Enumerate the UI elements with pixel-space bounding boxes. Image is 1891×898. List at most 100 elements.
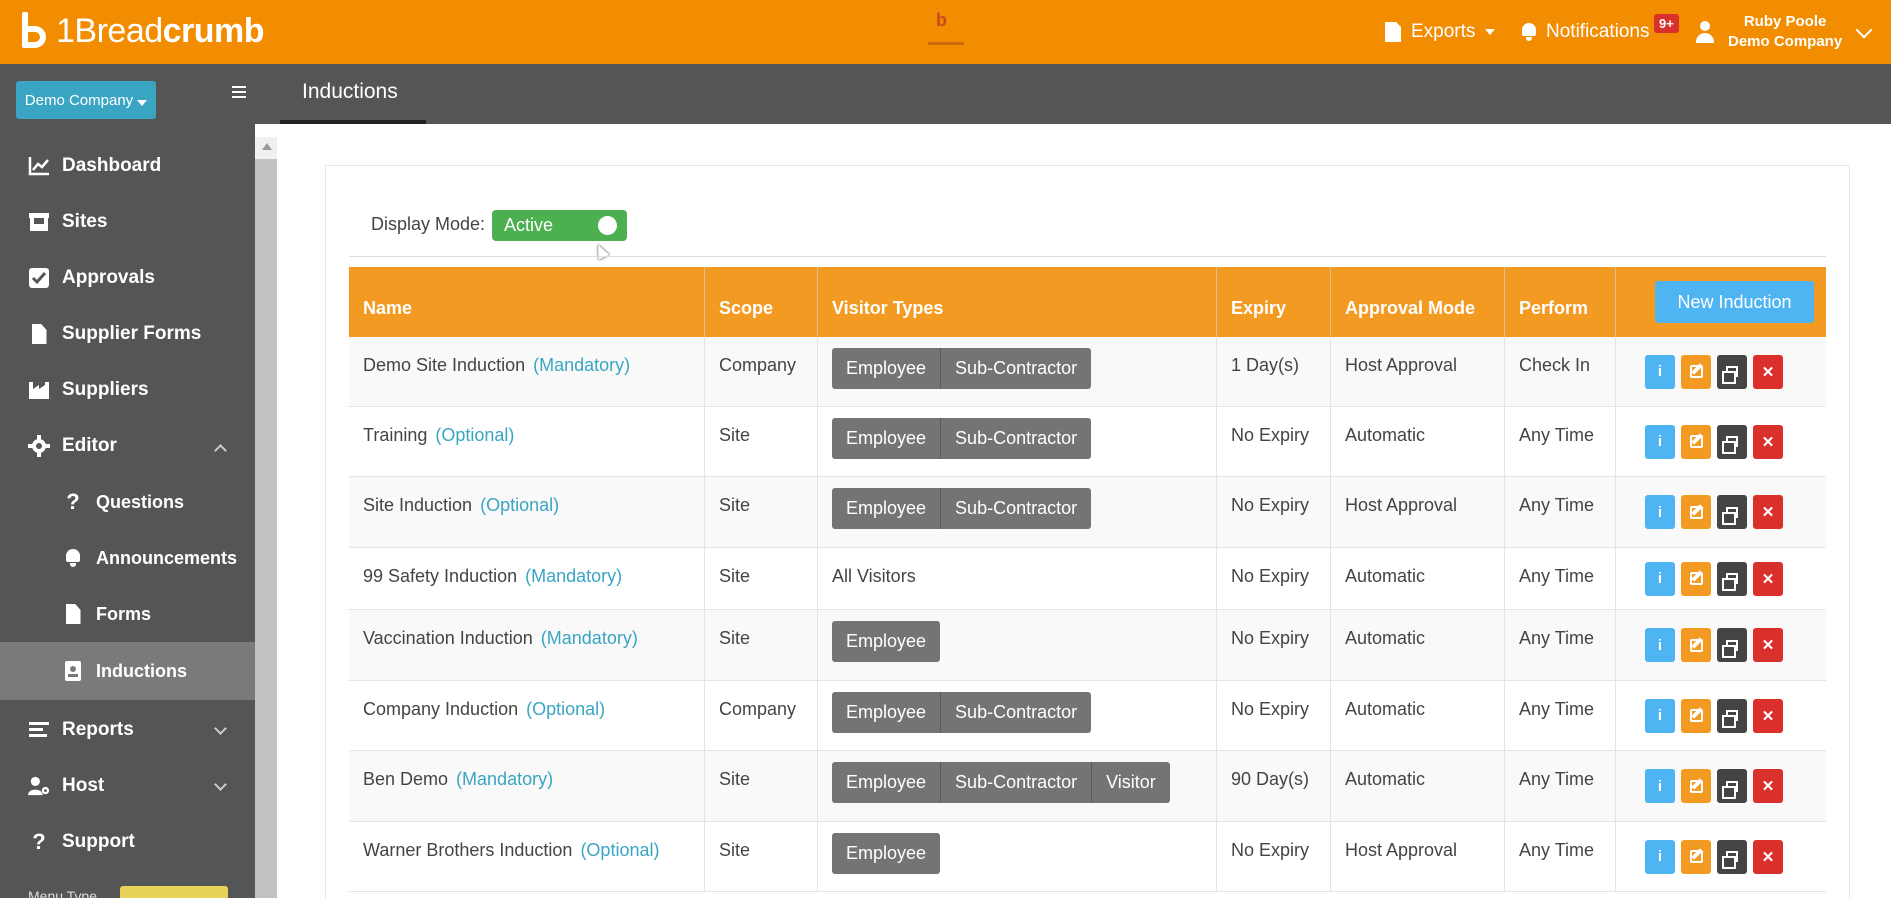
edit-button[interactable] bbox=[1681, 769, 1711, 803]
delete-button[interactable]: ✕ bbox=[1753, 354, 1783, 389]
duplicate-button[interactable] bbox=[1717, 495, 1747, 529]
edit-button[interactable] bbox=[1681, 495, 1711, 529]
sidebar-item-suppliers[interactable]: Suppliers bbox=[0, 362, 255, 418]
duplicate-button[interactable] bbox=[1717, 424, 1747, 459]
edit-button[interactable] bbox=[1681, 839, 1711, 874]
close-icon: ✕ bbox=[1761, 778, 1775, 795]
delete-button[interactable]: ✕ bbox=[1753, 495, 1783, 529]
sidebar-item-label: Inductions bbox=[96, 660, 187, 681]
table-row[interactable]: Training (Optional) Site Employee Sub-Contra… bbox=[349, 407, 1826, 477]
cell-visitor-types: Employee Sub-Contractor bbox=[818, 477, 1217, 547]
table-row[interactable]: 99 Safety Induction (Mandatory) Site All Vi… bbox=[349, 548, 1826, 610]
info-button[interactable]: i bbox=[1645, 839, 1675, 874]
info-button[interactable]: i bbox=[1645, 495, 1675, 529]
toggle-knob bbox=[598, 216, 617, 235]
duplicate-button[interactable] bbox=[1717, 628, 1747, 662]
inductions-table: Name Scope Visitor Types Expiry Approval… bbox=[349, 267, 1826, 892]
duplicate-button[interactable] bbox=[1717, 839, 1747, 874]
brand-name-bold: crumb bbox=[162, 11, 265, 50]
duplicate-button[interactable] bbox=[1717, 769, 1747, 803]
delete-button[interactable]: ✕ bbox=[1753, 561, 1783, 596]
cell-expiry: No Expiry bbox=[1217, 477, 1331, 547]
info-button[interactable]: i bbox=[1645, 698, 1675, 733]
induction-approval: Host Approval bbox=[1345, 355, 1458, 375]
exports-menu[interactable]: Exports bbox=[1385, 0, 1496, 64]
duplicate-button[interactable] bbox=[1717, 698, 1747, 733]
sidebar-item-inductions[interactable]: Inductions bbox=[0, 642, 255, 700]
duplicate-button[interactable] bbox=[1717, 354, 1747, 389]
sidebar-item-support[interactable]: ? Support bbox=[0, 814, 255, 870]
top-bar: 1Breadcrumb b Exports Notifications 9+ R… bbox=[0, 0, 1891, 64]
table-row[interactable]: Vaccination Induction (Mandatory) Site Empl… bbox=[349, 610, 1826, 681]
table-row[interactable]: Demo Site Induction (Mandatory) Company Emp… bbox=[349, 337, 1826, 407]
chevron-down-icon bbox=[214, 722, 227, 735]
duplicate-button[interactable] bbox=[1717, 561, 1747, 596]
edit-button[interactable] bbox=[1681, 561, 1711, 596]
sidebar-item-forms[interactable]: Forms bbox=[0, 586, 255, 642]
induction-scope: Site bbox=[719, 495, 751, 515]
chevron-down-icon[interactable] bbox=[1855, 21, 1873, 39]
edit-button[interactable] bbox=[1681, 354, 1711, 389]
company-selector-label: Demo Company bbox=[24, 91, 134, 109]
sidebar-scrollbar[interactable] bbox=[255, 137, 277, 898]
check-square-icon bbox=[28, 267, 50, 289]
sidebar-item-reports[interactable]: Reports bbox=[0, 702, 255, 758]
company-selector-button[interactable]: Demo Company bbox=[16, 81, 156, 119]
cell-scope: Site bbox=[705, 407, 818, 476]
edit-icon bbox=[1689, 850, 1703, 863]
delete-button[interactable]: ✕ bbox=[1753, 769, 1783, 803]
table-row[interactable]: Ben Demo (Mandatory) Site Employee Sub-Contr… bbox=[349, 751, 1826, 822]
sidebar-item-editor[interactable]: Editor bbox=[0, 418, 255, 474]
cell-approval: Automatic bbox=[1331, 610, 1505, 680]
info-button[interactable]: i bbox=[1645, 561, 1675, 596]
menu-type-toggle[interactable] bbox=[120, 886, 228, 898]
delete-button[interactable]: ✕ bbox=[1753, 628, 1783, 662]
induction-name: Company Induction bbox=[363, 699, 519, 719]
table-row[interactable]: Site Induction (Optional) Site Employee Sub-… bbox=[349, 477, 1826, 548]
cell-expiry: No Expiry bbox=[1217, 681, 1331, 750]
visitor-type-group: Employee Sub-Contractor bbox=[832, 348, 1092, 389]
edit-button[interactable] bbox=[1681, 628, 1711, 662]
display-mode-toggle[interactable]: Active bbox=[492, 210, 627, 241]
sidebar-item-dashboard[interactable]: Dashboard bbox=[0, 138, 255, 194]
induction-name: Site Induction bbox=[363, 495, 473, 515]
tab-inductions[interactable]: Inductions bbox=[280, 64, 426, 124]
edit-button[interactable] bbox=[1681, 698, 1711, 733]
sidebar-item-sites[interactable]: Sites bbox=[0, 194, 255, 250]
menu-toggle-icon[interactable] bbox=[232, 86, 246, 98]
user-menu[interactable]: Ruby Poole Demo Company bbox=[1696, 0, 1842, 64]
sidebar-item-host[interactable]: Host bbox=[0, 758, 255, 814]
sidebar-item-announcements[interactable]: Announcements bbox=[0, 530, 255, 586]
cell-approval: Automatic bbox=[1331, 681, 1505, 750]
delete-button[interactable]: ✕ bbox=[1753, 839, 1783, 874]
cell-perform: Any Time bbox=[1505, 548, 1616, 609]
bell-icon bbox=[62, 547, 84, 569]
user-gear-icon bbox=[28, 775, 50, 797]
table-row[interactable]: Warner Brothers Induction (Optional) Site E… bbox=[349, 822, 1826, 892]
visitor-type-group: Employee Sub-Contractor Visitor bbox=[832, 762, 1170, 803]
table-header: Name Scope Visitor Types Expiry Approval… bbox=[349, 267, 1826, 337]
sidebar-item-supplier-forms[interactable]: Supplier Forms bbox=[0, 306, 255, 362]
delete-button[interactable]: ✕ bbox=[1753, 424, 1783, 459]
edit-button[interactable] bbox=[1681, 424, 1711, 459]
sidebar-item-questions[interactable]: ? Questions bbox=[0, 474, 255, 530]
sidebar-item-approvals[interactable]: Approvals bbox=[0, 250, 255, 306]
notifications-label: Notifications bbox=[1546, 21, 1650, 42]
column-header-approval-mode: Approval Mode bbox=[1331, 267, 1505, 337]
info-button[interactable]: i bbox=[1645, 628, 1675, 662]
new-induction-button[interactable]: New Induction bbox=[1655, 281, 1814, 323]
brand-logo[interactable]: 1Breadcrumb bbox=[14, 6, 265, 56]
cell-perform: Any Time bbox=[1505, 407, 1616, 476]
table-row[interactable]: Company Induction (Optional) Company Employ… bbox=[349, 681, 1826, 751]
cell-expiry: No Expiry bbox=[1217, 548, 1331, 609]
notifications-menu[interactable]: Notifications bbox=[1520, 0, 1650, 64]
info-button[interactable]: i bbox=[1645, 424, 1675, 459]
bell-icon bbox=[1520, 23, 1538, 41]
cell-approval: Host Approval bbox=[1331, 822, 1505, 891]
induction-perform: Any Time bbox=[1519, 769, 1595, 789]
visitor-type-chip: Employee bbox=[832, 833, 941, 874]
delete-button[interactable]: ✕ bbox=[1753, 698, 1783, 733]
visitor-type-chip: Sub-Contractor bbox=[941, 692, 1092, 733]
info-button[interactable]: i bbox=[1645, 769, 1675, 803]
info-button[interactable]: i bbox=[1645, 354, 1675, 389]
